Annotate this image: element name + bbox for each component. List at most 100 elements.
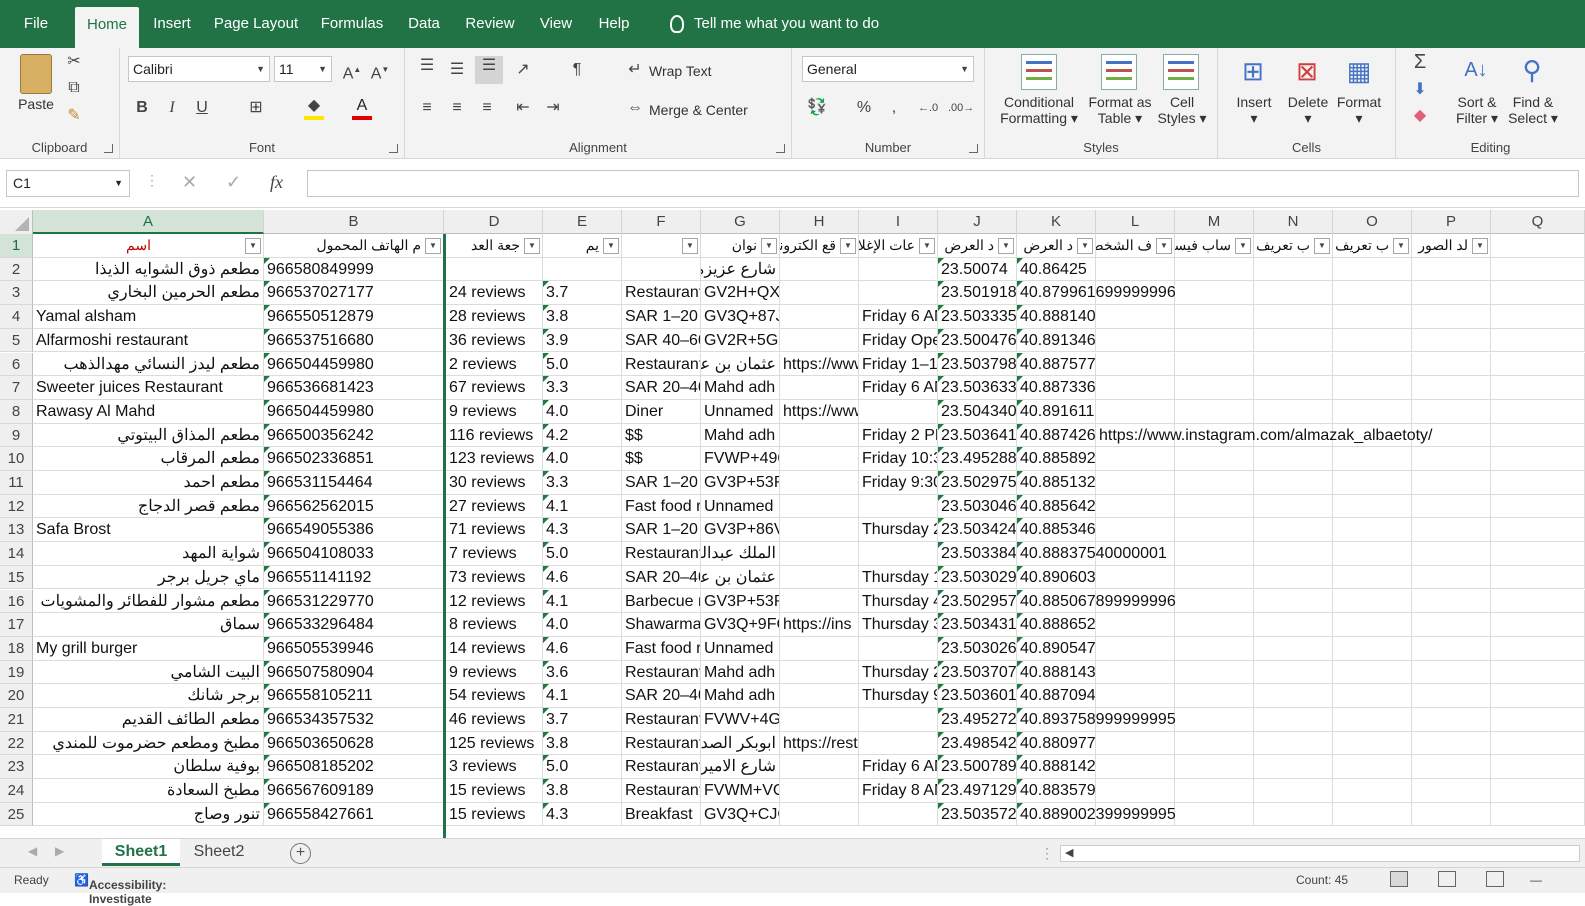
cell-h20[interactable]	[780, 684, 859, 708]
cell-i14[interactable]	[859, 542, 938, 566]
align-middle-icon[interactable]: ☰	[447, 60, 467, 80]
row-header-23[interactable]: 23	[0, 755, 33, 780]
cell-n23[interactable]	[1254, 755, 1333, 780]
cell-j20[interactable]: 23.503601	[938, 684, 1017, 708]
filter-dropdown-icon[interactable]: ▼	[840, 238, 856, 254]
cell-p5[interactable]	[1412, 328, 1491, 353]
increase-decimal-icon[interactable]: ←.0	[918, 98, 938, 118]
cell-b11[interactable]: 966531154464	[264, 471, 444, 495]
cell-h11[interactable]	[780, 471, 859, 495]
filter-dropdown-icon[interactable]: ▼	[998, 238, 1014, 254]
cell-f2[interactable]	[622, 257, 701, 282]
underline-button[interactable]: U	[192, 98, 212, 118]
cell-name[interactable]: ماي جريل برجر	[33, 565, 264, 590]
cell-o23[interactable]	[1333, 755, 1412, 780]
cell-p13[interactable]	[1412, 518, 1491, 543]
name-box[interactable]: C1 ▼	[6, 170, 130, 197]
filter-dropdown-icon[interactable]: ▼	[1393, 238, 1409, 254]
cell-q5[interactable]	[1491, 328, 1585, 353]
row-header-7[interactable]: 7	[0, 376, 33, 400]
align-left-icon[interactable]: ≡	[417, 98, 437, 118]
cell-n14[interactable]	[1254, 542, 1333, 566]
enter-icon[interactable]: ✓	[226, 172, 241, 193]
cell-g8[interactable]: Unnamed	[701, 399, 780, 424]
cell-g14[interactable]: الملك عبدالعز	[701, 542, 780, 566]
cell-name[interactable]: مطعم قصر الدجاج	[33, 494, 264, 519]
cell-e4[interactable]: 3.8	[543, 305, 622, 329]
row-header-12[interactable]: 12	[0, 494, 33, 519]
dialog-launcher-icon[interactable]	[104, 144, 113, 153]
cell-name[interactable]: Yamal alsham	[33, 305, 264, 329]
row-header-22[interactable]: 22	[0, 731, 33, 756]
cell-name[interactable]: My grill burger	[33, 636, 264, 661]
cell-g25[interactable]: GV3Q+CJC	[701, 802, 780, 827]
cell-name[interactable]: بوفية سلطان	[33, 755, 264, 780]
cell-k6[interactable]: 40.8875773	[1017, 352, 1096, 377]
cell-l10[interactable]	[1096, 447, 1175, 471]
format-cells-icon[interactable]: ▦	[1342, 54, 1376, 88]
column-header-e[interactable]: E	[543, 210, 622, 234]
accessibility-status[interactable]: ♿ Accessibility: Investigate	[74, 873, 166, 906]
cell-m3[interactable]	[1175, 281, 1254, 306]
menu-help[interactable]: Help	[590, 0, 638, 48]
cell-f13[interactable]: SAR 1–20	[622, 518, 701, 543]
cell-o16[interactable]	[1333, 589, 1412, 614]
cell-e6[interactable]: 5.0	[543, 352, 622, 377]
cell-o18[interactable]	[1333, 636, 1412, 661]
cell-k3[interactable]: 40.879961699999996	[1017, 281, 1176, 306]
cell-f12[interactable]: Fast food r	[622, 494, 701, 519]
filter-dropdown-icon[interactable]: ▼	[524, 238, 540, 254]
decrease-decimal-icon[interactable]: .00→	[948, 98, 974, 118]
cell-k12[interactable]: 40.8856426	[1017, 494, 1096, 519]
splitter-icon[interactable]: ⋮	[1040, 845, 1054, 862]
cell-h21[interactable]	[780, 708, 859, 732]
cell-i10[interactable]: Friday 10:3	[859, 447, 938, 471]
filter-dropdown-icon[interactable]: ▼	[1314, 238, 1330, 254]
cell-j16[interactable]: 23.502957	[938, 589, 1017, 614]
cell-i5[interactable]: Friday Open	[859, 328, 938, 353]
cell-k2[interactable]: 40.86425	[1017, 257, 1096, 282]
cell-g16[interactable]: GV3P+53R	[701, 589, 780, 614]
cell-p18[interactable]	[1412, 636, 1491, 661]
cell-j21[interactable]: 23.495272	[938, 708, 1017, 732]
cell-d25[interactable]: 15 reviews	[446, 802, 543, 827]
menu-home[interactable]: Home	[75, 7, 139, 48]
orientation-icon[interactable]: ↗	[513, 60, 533, 80]
cell-l2[interactable]	[1096, 257, 1175, 282]
cell-q7[interactable]	[1491, 376, 1585, 400]
cell-p25[interactable]	[1412, 802, 1491, 827]
filter-dropdown-icon[interactable]: ▼	[761, 238, 777, 254]
cell-l11[interactable]	[1096, 471, 1175, 495]
cell-f7[interactable]: SAR 20–40	[622, 376, 701, 400]
dialog-launcher-icon[interactable]	[389, 144, 398, 153]
cell-h10[interactable]	[780, 447, 859, 471]
column-header-i[interactable]: I	[859, 210, 938, 234]
cell-b21[interactable]: 966534357532	[264, 708, 444, 732]
menu-review[interactable]: Review	[458, 0, 522, 48]
header-cell-f[interactable]: ▼	[622, 234, 701, 258]
cell-name[interactable]: برجر شانك	[33, 684, 264, 708]
cell-o2[interactable]	[1333, 257, 1412, 282]
cell-d2[interactable]	[446, 257, 543, 282]
cell-b16[interactable]: 966531229770	[264, 589, 444, 614]
bold-button[interactable]: B	[132, 98, 152, 118]
cell-e22[interactable]: 3.8	[543, 731, 622, 756]
cell-l13[interactable]	[1096, 518, 1175, 543]
cell-p15[interactable]	[1412, 565, 1491, 590]
cell-j13[interactable]: 23.503424	[938, 518, 1017, 543]
cell-styles-button[interactable]: Cell Styles ▾	[1157, 94, 1207, 126]
percent-button[interactable]: %	[854, 98, 874, 118]
cell-h22[interactable]: https://restaurant-88	[780, 731, 859, 756]
cell-b17[interactable]: 966533296484	[264, 613, 444, 637]
borders-icon[interactable]: ⊞	[246, 98, 266, 118]
cell-j25[interactable]: 23.503572	[938, 802, 1017, 827]
sort-filter-icon[interactable]: A↓	[1458, 52, 1494, 88]
cell-e3[interactable]: 3.7	[543, 281, 622, 306]
cell-n11[interactable]	[1254, 471, 1333, 495]
filter-dropdown-icon[interactable]: ▼	[425, 238, 441, 254]
cell-f11[interactable]: SAR 1–20	[622, 471, 701, 495]
cell-f20[interactable]: SAR 20–40	[622, 684, 701, 708]
filter-dropdown-icon[interactable]: ▼	[245, 238, 261, 254]
cell-q1[interactable]	[1491, 234, 1585, 258]
cell-name[interactable]: مطعم المرقاب	[33, 447, 264, 471]
